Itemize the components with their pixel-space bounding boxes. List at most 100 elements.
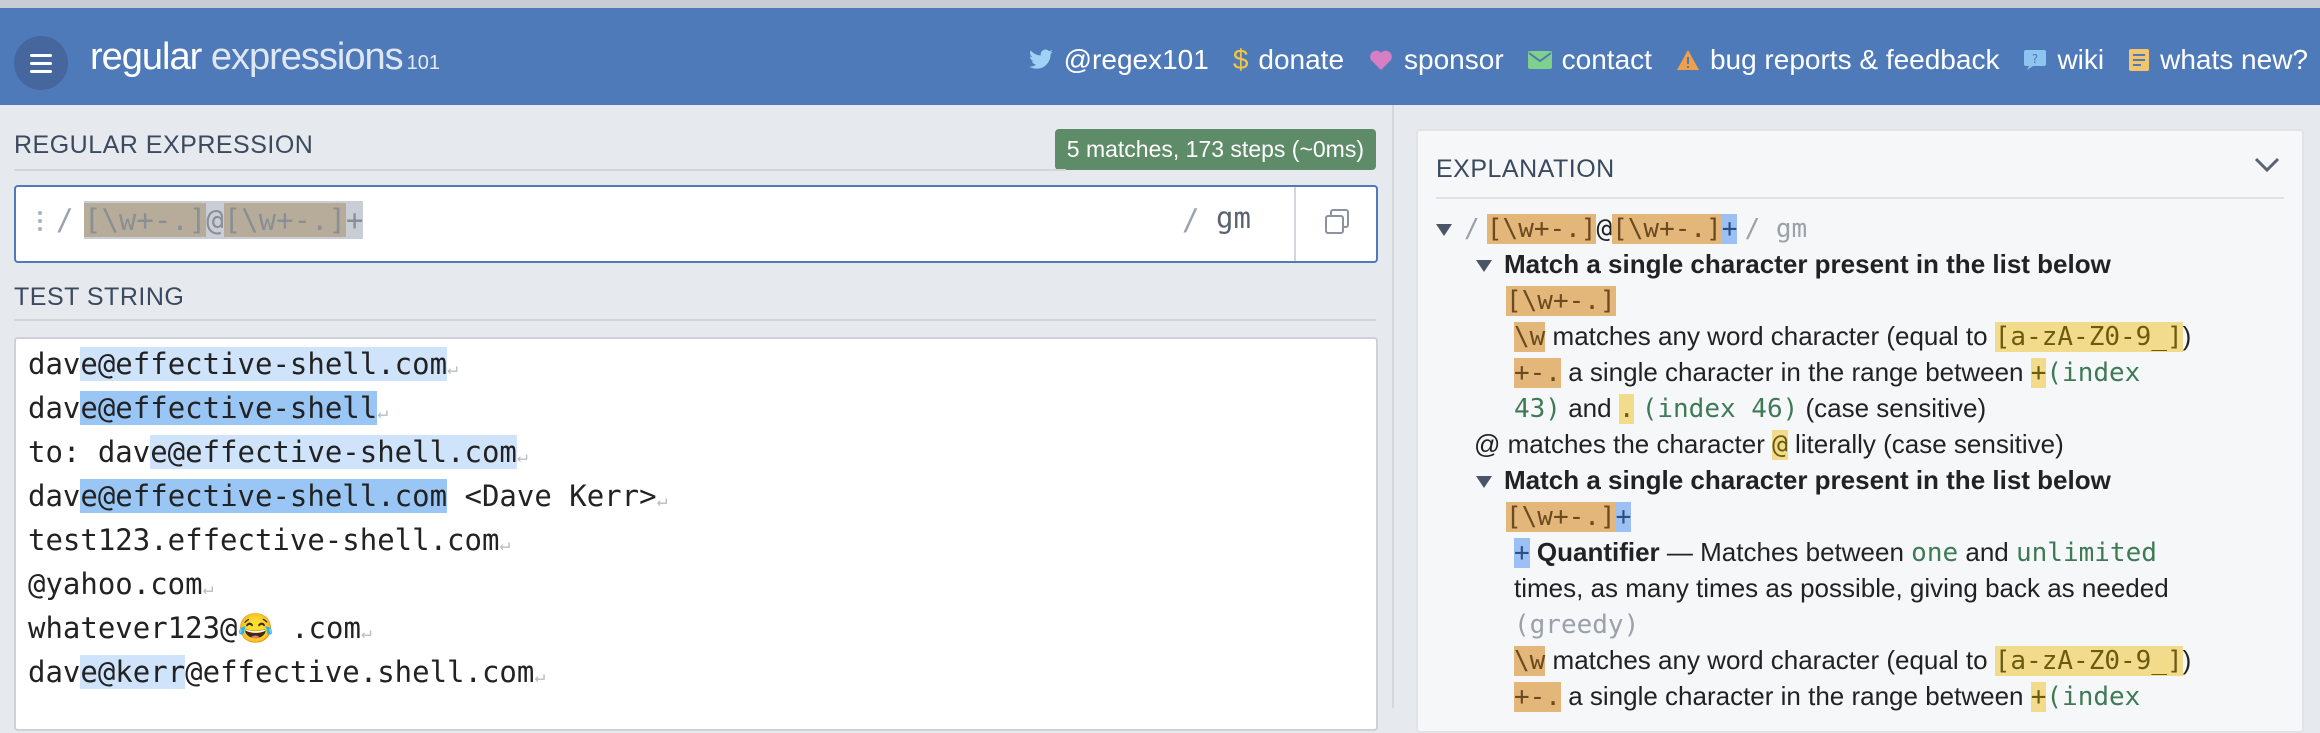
nav-twitter-link[interactable]: @regex101 <box>1028 44 1209 76</box>
regex-input[interactable]: / [\w+-.]@[\w+-.]+ / gm <box>14 185 1378 263</box>
root-quantifier: + <box>1721 214 1738 244</box>
wiki-icon: ? <box>2023 49 2047 71</box>
regex-pattern[interactable]: [\w+-.]@[\w+-.]+ <box>84 201 364 239</box>
regex-flags[interactable]: gm <box>1216 201 1251 235</box>
twitter-icon <box>1028 49 1054 71</box>
at-desc: @ matches the character <box>1474 429 1765 459</box>
regex-section-divider <box>14 169 1066 171</box>
root-char-class-1: [\w+-.] <box>1486 214 1597 244</box>
range-explanation: +-. a single character in the range betw… <box>1514 357 2140 388</box>
app-logo[interactable]: regular expressions 101 <box>90 36 440 79</box>
chevron-down-icon[interactable] <box>2254 157 2280 178</box>
sidebar-panel: EXPLANATION / [\w+-.]@[\w+-.]+ / gm Matc… <box>1392 105 2320 733</box>
match-highlight: e@effective-shell.com <box>80 347 448 381</box>
logo-expressions: expressions <box>210 36 404 78</box>
app-header: regular expressions 101 @regex101 $ donat… <box>0 8 2320 105</box>
nav-whats-new-label: whats new? <box>2160 44 2308 75</box>
range-explanation-2: +-. a single character in the range betw… <box>1514 681 2140 712</box>
range-desc: a single character in the range between <box>1568 681 2024 711</box>
test-line: whatever123@😂 .com↵ <box>28 611 372 646</box>
root-close-flags: / gm <box>1744 214 1808 244</box>
copy-regex-button[interactable] <box>1294 187 1378 261</box>
drag-handle-icon[interactable] <box>38 211 42 235</box>
nav-contact-link[interactable]: contact <box>1527 44 1652 76</box>
quantifier-explanation: + Quantifier — Matches between one and u… <box>1514 537 2157 568</box>
nav-wiki-label: wiki <box>2057 44 2105 75</box>
news-icon <box>2128 48 2150 72</box>
nav-twitter-label: @regex101 <box>1063 44 1209 75</box>
line-text: dav <box>28 391 81 425</box>
explanation-node-class-1[interactable]: Match a single character present in the … <box>1476 249 2111 280</box>
range-lo-index: (index <box>2046 358 2141 388</box>
quant-desc: — Matches between <box>1666 537 1904 567</box>
collapse-triangle-icon[interactable] <box>1436 224 1452 237</box>
test-line: dave@effective-shell.com <Dave Kerr>↵ <box>28 479 667 513</box>
range-token: +-. <box>1514 358 1561 388</box>
w-explanation-2: \w matches any word character (equal to … <box>1514 645 2191 676</box>
explanation-root-node[interactable]: / [\w+-.]@[\w+-.]+ / gm <box>1436 213 1807 244</box>
dollar-icon: $ <box>1232 44 1249 75</box>
node-token: [\w+-.] <box>1506 285 1616 316</box>
node-token: [\w+-.]+ <box>1506 501 1632 532</box>
test-string-title: TEST STRING <box>14 283 185 311</box>
nav-bug-reports-link[interactable]: bug reports & feedback <box>1676 44 1999 76</box>
w-desc: matches any word character (equal to <box>1552 645 1988 675</box>
line-text: to: dav <box>28 435 151 469</box>
nav-wiki-link[interactable]: ? wiki <box>2023 44 2104 76</box>
at-explanation: @ matches the character @ literally (cas… <box>1474 429 2064 460</box>
w-token: \w <box>1514 646 1546 676</box>
hamburger-menu-button[interactable] <box>14 36 68 90</box>
range-desc: a single character in the range between <box>1568 357 2024 387</box>
case-sensitive-note: (case sensitive) <box>1805 393 1987 423</box>
nav-contact-label: contact <box>1561 44 1652 75</box>
w-token: \w <box>1514 322 1546 352</box>
logo-version: 101 <box>406 52 440 74</box>
regex-quantifier: + <box>345 203 364 237</box>
warning-icon <box>1676 49 1700 71</box>
at-desc-tail: literally (case sensitive) <box>1794 429 2064 459</box>
test-line: dave@effective-shell.com↵ <box>28 347 458 381</box>
newline-icon: ↵ <box>360 622 372 643</box>
range-and: and <box>1568 393 1612 423</box>
line-text-tail: @effective.shell.com <box>185 655 535 689</box>
nav-donate-link[interactable]: $ donate <box>1233 44 1344 76</box>
quant-max: unlimited <box>2016 538 2157 568</box>
range-hi: . <box>1618 394 1635 424</box>
collapse-triangle-icon[interactable] <box>1476 476 1492 489</box>
w-close-paren: ) <box>2182 321 2192 351</box>
at-literal: @ <box>1772 430 1788 460</box>
greedy-note: (greedy) <box>1514 609 1639 640</box>
line-text: dav <box>28 479 81 513</box>
quantifier-explanation-cont: times, as many times as possible, giving… <box>1514 573 2169 604</box>
w-equivalent: [a-zA-Z0-9_] <box>1994 646 2183 676</box>
quant-label: Quantifier <box>1536 537 1660 567</box>
w-close-paren: ) <box>2182 645 2192 675</box>
range-lo: + <box>2030 358 2047 388</box>
newline-icon: ↵ <box>499 534 511 555</box>
newline-icon: ↵ <box>377 402 389 423</box>
newline-icon: ↵ <box>516 446 528 467</box>
test-line: @yahoo.com↵ <box>28 567 213 601</box>
nav-sponsor-link[interactable]: sponsor <box>1368 44 1504 76</box>
match-info-badge: 5 matches, 173 steps (~0ms) <box>1054 129 1376 170</box>
newline-icon: ↵ <box>656 490 668 511</box>
mail-icon <box>1527 51 1552 69</box>
quant-and: and <box>1965 537 2009 567</box>
nav-donate-label: donate <box>1258 44 1345 75</box>
quant-token: + <box>1514 538 1530 568</box>
svg-text:?: ? <box>2032 52 2038 66</box>
explanation-node-class-2[interactable]: Match a single character present in the … <box>1476 465 2111 496</box>
match-highlight: e@effective-shell.com <box>80 479 448 513</box>
nav-whats-new-link[interactable]: whats new? <box>2128 44 2308 76</box>
line-text-tail: <Dave Kerr> <box>447 479 657 513</box>
w-desc: matches any word character (equal to <box>1552 321 1988 351</box>
test-line: test123.effective-shell.com↵ <box>28 523 510 557</box>
collapse-triangle-icon[interactable] <box>1476 260 1492 273</box>
node-token-text: [\w+-.] <box>1506 502 1616 532</box>
test-section-divider <box>14 319 1376 321</box>
quant-min: one <box>1911 538 1959 568</box>
test-string-editor[interactable]: dave@effective-shell.com↵ dave@effective… <box>14 337 1378 731</box>
root-char-class-2: [\w+-.] <box>1612 214 1722 244</box>
explanation-divider <box>1436 197 2284 199</box>
newline-icon: ↵ <box>534 666 546 687</box>
